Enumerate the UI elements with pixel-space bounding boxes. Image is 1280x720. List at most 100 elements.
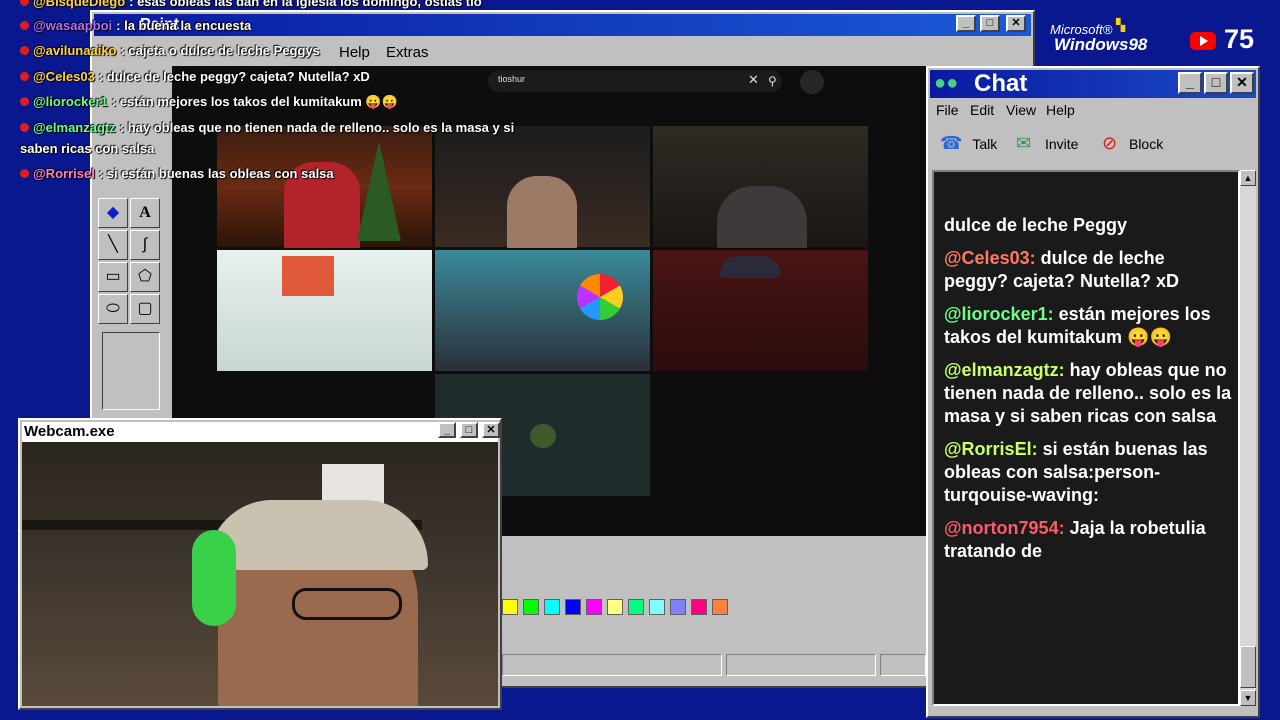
minimize-button[interactable]: _ — [956, 15, 976, 32]
chat-message: @norton7954: Jaja la robetulia tratando … — [944, 518, 1206, 561]
stream-chat-line: @liorocker1: están mejores los takos del… — [20, 94, 398, 110]
youtube-icon — [1190, 32, 1216, 50]
paint-palette — [500, 596, 736, 618]
windows98-logo: Microsoft® Windows98 ▚ — [1040, 18, 1170, 58]
tool-options-box — [102, 332, 160, 410]
color-swatch[interactable] — [502, 599, 518, 615]
status-dot-icon — [20, 97, 29, 106]
status-dot-icon — [20, 72, 29, 81]
close-button[interactable]: ✕ — [482, 422, 500, 438]
scroll-up-icon[interactable]: ▲ — [1240, 170, 1256, 186]
tile1-tree — [357, 141, 401, 241]
webcam-window: Webcam.exe _ □ ✕ — [18, 418, 502, 710]
chat-menu-view[interactable]: View — [1006, 102, 1036, 118]
status-dot-icon — [20, 21, 29, 30]
tile3-person — [717, 186, 807, 248]
color-swatch[interactable] — [670, 599, 686, 615]
chat-title: Chat — [974, 70, 1028, 97]
browser-search-bar[interactable]: tioshur ✕ — [488, 70, 782, 92]
color-swatch[interactable] — [523, 599, 539, 615]
chat-message: @Celes03: dulce de leche peggy? cajeta? … — [944, 248, 1180, 291]
chat-menu-help[interactable]: Help — [1046, 102, 1075, 118]
color-swatch[interactable] — [586, 599, 602, 615]
chat-menu-file[interactable]: File — [936, 102, 959, 118]
stream-chat-line: @Rorrisel: si están buenas las obleas co… — [20, 166, 334, 181]
fill-icon[interactable]: ◆ — [98, 198, 128, 228]
status-dot-icon — [20, 169, 29, 178]
block-button[interactable]: ⊘ Block — [1102, 130, 1163, 156]
invite-button[interactable]: ✉ Invite — [1016, 130, 1078, 156]
block-label: Block — [1128, 136, 1164, 152]
chat-message: @liorocker1: están mejores los takos del… — [944, 304, 1211, 347]
status-dot-icon — [20, 123, 29, 132]
stream-chat-line: @elmanzagtz: hay obleas que no tienen na… — [20, 120, 514, 135]
mic-icon[interactable] — [800, 70, 824, 94]
color-swatch[interactable] — [649, 599, 665, 615]
windows-flag-icon: ▚ — [1116, 18, 1126, 32]
rectangle-icon[interactable]: ▭ — [98, 262, 128, 292]
chat-message: dulce de leche Peggy — [944, 215, 1128, 235]
webcam-titlebar: Webcam.exe — [22, 422, 498, 442]
tile5-wheel — [577, 274, 623, 320]
stream-chat-line: @wasaapboi: la buena la encuesta — [20, 18, 251, 33]
scroll-thumb[interactable] — [1240, 646, 1256, 688]
search-icon[interactable]: ⚲ — [768, 74, 782, 88]
clear-icon[interactable]: ✕ — [748, 72, 759, 88]
color-swatch[interactable] — [712, 599, 728, 615]
tile4-art — [282, 256, 334, 296]
tile2-person — [507, 176, 577, 248]
viewer-count: 75 — [1224, 24, 1255, 54]
avatar — [530, 424, 556, 448]
color-swatch[interactable] — [628, 599, 644, 615]
block-icon: ⊘ — [1102, 133, 1118, 153]
text-icon[interactable]: A — [130, 198, 160, 228]
webcam-title: Webcam.exe — [24, 423, 115, 440]
tile6-hat — [720, 256, 780, 278]
maximize-button[interactable]: □ — [980, 15, 1000, 32]
status-dot-icon — [20, 0, 29, 6]
paint-toolbox: ◆ A ╲ ∫ ▭ ⬠ ⬭ ▢ — [96, 62, 166, 412]
chat-scrollbar[interactable]: ▲ ▼ — [1240, 170, 1256, 706]
status-dot-icon — [20, 46, 29, 55]
scroll-down-icon[interactable]: ▼ — [1240, 690, 1256, 706]
webcam-feed — [22, 442, 498, 706]
close-button[interactable]: ✕ — [1230, 72, 1254, 94]
chat-messages: dulce de leche Peggy @Celes03: dulce de … — [944, 214, 1232, 573]
stream-chat-line-cont: saben ricas con salsa — [20, 141, 155, 156]
talk-icon: ☎ — [940, 133, 963, 153]
maximize-button[interactable]: □ — [1204, 72, 1228, 94]
paint-menu-help[interactable]: Help — [339, 44, 370, 61]
chat-message: @elmanzagtz: hay obleas que no tienen na… — [944, 360, 1232, 426]
polygon-icon[interactable]: ⬠ — [130, 262, 160, 292]
chat-menu-edit[interactable]: Edit — [970, 102, 994, 118]
line-icon[interactable]: ╲ — [98, 230, 128, 260]
stream-chat-line: @BisqueDiego: esas obleas las dan en la … — [20, 0, 482, 9]
minimize-button[interactable]: _ — [438, 422, 456, 438]
maximize-button[interactable]: □ — [460, 422, 478, 438]
people-icon: ●● — [934, 72, 959, 94]
talk-label: Talk — [972, 136, 998, 152]
color-swatch[interactable] — [691, 599, 707, 615]
chat-message: @RorrisEl: si están buenas las obleas co… — [944, 439, 1208, 505]
color-swatch[interactable] — [607, 599, 623, 615]
talk-button[interactable]: ☎ Talk — [940, 130, 997, 156]
paint-statusbar — [500, 652, 926, 678]
color-swatch[interactable] — [565, 599, 581, 615]
stream-chat-line: @avilunaaiko: cajeta o dulce de leche Pe… — [20, 43, 320, 58]
paint-menu-extras[interactable]: Extras — [386, 44, 429, 61]
minimize-button[interactable]: _ — [1178, 72, 1202, 94]
color-swatch[interactable] — [544, 599, 560, 615]
curve-icon[interactable]: ∫ — [130, 230, 160, 260]
invite-label: Invite — [1044, 136, 1079, 152]
search-value: tioshur — [498, 74, 526, 84]
person-cap — [208, 500, 428, 570]
close-button[interactable]: ✕ — [1006, 15, 1026, 32]
stream-chat-line: @Celes03: dulce de leche peggy? cajeta? … — [20, 69, 370, 84]
invite-icon: ✉ — [1016, 133, 1032, 153]
chat-message-area: dulce de leche Peggy @Celes03: dulce de … — [932, 170, 1240, 706]
rounded-rect-icon[interactable]: ▢ — [130, 294, 160, 324]
logo-name-text: Windows98 — [1054, 35, 1148, 54]
ellipse-icon[interactable]: ⬭ — [98, 294, 128, 324]
glasses — [292, 588, 402, 620]
headphones — [192, 530, 236, 626]
